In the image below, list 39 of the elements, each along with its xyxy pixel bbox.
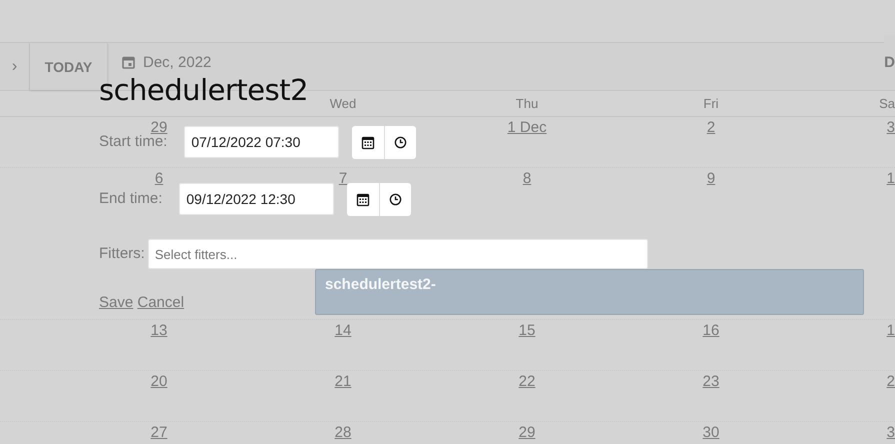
date-link[interactable]: 1 [886, 170, 895, 187]
date-link[interactable]: 3 [886, 424, 895, 441]
date-link[interactable]: 13 [150, 322, 168, 339]
date-link[interactable]: 29 [518, 424, 536, 441]
date-link[interactable]: 22 [518, 373, 536, 390]
date-link[interactable]: 1 Dec [507, 119, 547, 136]
event-bar[interactable]: schedulertest2- [315, 269, 864, 315]
date-link[interactable]: 7 [338, 170, 348, 187]
date-link[interactable]: 23 [702, 373, 720, 390]
action-link[interactable]: Cancel [137, 294, 184, 311]
fitters-field[interactable]: Select fitters... [148, 239, 648, 269]
date-link[interactable]: 9 [706, 170, 716, 187]
datetime-field[interactable]: 07/12/2022 07:30 [184, 126, 340, 158]
day-header: Thu [514, 95, 540, 113]
calendar-icon [122, 56, 135, 69]
field-label: Start time: [99, 135, 168, 149]
date-link[interactable]: 21 [334, 373, 352, 390]
day-header: Wed [328, 95, 358, 113]
date-link[interactable]: 2 [706, 119, 716, 136]
date-link[interactable]: 1 [886, 322, 895, 339]
action-link[interactable]: Save [99, 294, 134, 311]
day-header: Sa [878, 95, 895, 113]
datetime-field[interactable]: 09/12/2022 12:30 [179, 183, 334, 215]
date-link[interactable]: 27 [150, 424, 168, 441]
field-label: Fitters: [99, 247, 145, 261]
date-link[interactable]: 14 [334, 322, 352, 339]
date-link[interactable]: 15 [518, 322, 536, 339]
date-link[interactable]: 28 [334, 424, 352, 441]
date-link[interactable]: 30 [702, 424, 720, 441]
day-header: Fri [702, 95, 720, 113]
field-label: End time: [99, 192, 162, 206]
date-link[interactable]: 29 [150, 119, 168, 136]
date-link[interactable]: 16 [702, 322, 720, 339]
date-link[interactable]: 6 [154, 170, 164, 187]
period-label[interactable]: Dec, 2022 [143, 54, 212, 71]
date-link[interactable]: 2 [886, 373, 895, 390]
date-link[interactable]: 8 [522, 170, 532, 187]
date-link[interactable]: 3 [886, 119, 895, 136]
date-link[interactable]: 20 [150, 373, 168, 390]
